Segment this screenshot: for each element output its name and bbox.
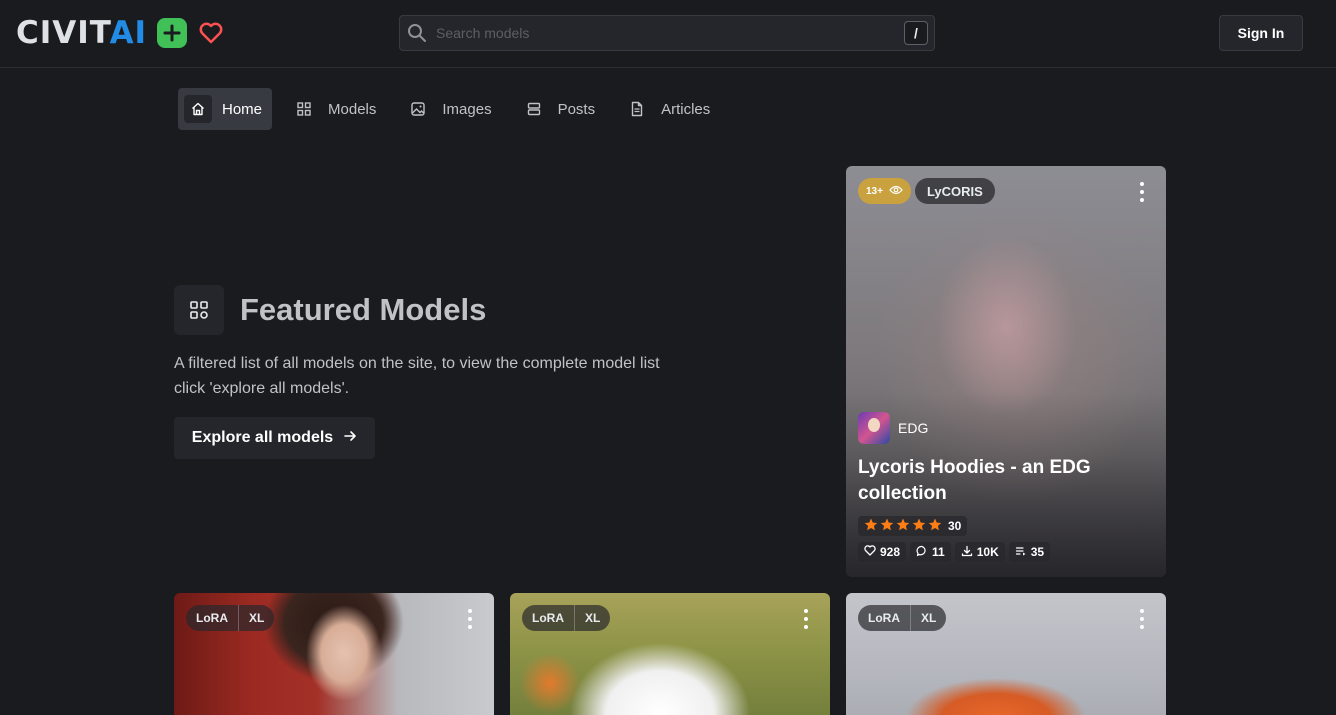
- nav-tab-images[interactable]: Images: [398, 88, 501, 130]
- avatar: [858, 412, 890, 444]
- sign-in-button[interactable]: Sign In: [1219, 15, 1303, 51]
- model-type-badge: LyCORIS: [914, 178, 995, 204]
- card-menu-icon[interactable]: [464, 609, 476, 629]
- playlist-icon: [1015, 545, 1027, 560]
- creator-name: EDG: [898, 420, 929, 436]
- model-type-label: LoRA: [532, 611, 564, 625]
- search-shortcut-key: /: [904, 21, 928, 45]
- civitai-logo[interactable]: CIVITAI: [16, 17, 225, 49]
- tips-count: 35: [1030, 545, 1045, 559]
- card-badges: LoRA XL: [186, 605, 275, 631]
- file-text-icon: [623, 95, 651, 123]
- arrow-right-icon: [343, 429, 357, 448]
- model-type-badge: LoRA XL: [186, 605, 275, 631]
- grid-icon: [290, 95, 318, 123]
- card-stats: 928 11 10K 35: [858, 542, 1051, 562]
- home-icon: [184, 95, 212, 123]
- likes-stat: 928: [858, 542, 907, 562]
- model-card[interactable]: LoRA XL: [846, 593, 1166, 715]
- main-nav: Home Models Images Posts Articles: [178, 88, 732, 130]
- nav-label: Posts: [557, 100, 596, 118]
- nav-tab-home[interactable]: Home: [178, 88, 273, 130]
- rating-count: 30: [948, 519, 962, 533]
- nav-label: Home: [222, 100, 263, 118]
- downloads-stat: 10K: [954, 542, 1005, 562]
- model-type-badge: LoRA XL: [858, 605, 947, 631]
- search-bar[interactable]: /: [399, 15, 935, 51]
- nav-label: Articles: [661, 100, 711, 118]
- comments-count: 11: [932, 545, 945, 559]
- nav-label: Images: [442, 100, 492, 118]
- explore-label: Explore all models: [191, 429, 334, 446]
- card-badges: LoRA XL: [522, 605, 611, 631]
- card-menu-icon[interactable]: [800, 609, 812, 629]
- model-type-badge: LoRA XL: [522, 605, 611, 631]
- star-icon: [880, 518, 894, 534]
- featured-model-card[interactable]: 13+ LyCORIS EDG Lycoris Hoodies - an EDG…: [846, 166, 1166, 577]
- age-rating-text: 13+: [866, 185, 883, 197]
- card-badges: LoRA XL: [858, 605, 947, 631]
- nav-label: Models: [328, 100, 377, 118]
- top-header: CIVITAI / Sign In: [0, 0, 1336, 68]
- model-type-label: LoRA: [868, 611, 900, 625]
- featured-title: Featured Models: [240, 292, 487, 327]
- eye-icon: [889, 185, 903, 198]
- search-icon: [406, 22, 428, 44]
- logo-text-accent: AI: [109, 15, 148, 51]
- card-menu-icon[interactable]: [1136, 609, 1148, 629]
- comments-stat: 11: [910, 542, 951, 562]
- age-rating-badge[interactable]: 13+: [858, 178, 911, 204]
- downloads-count: 10K: [976, 545, 999, 559]
- featured-grid-icon: [174, 285, 224, 335]
- logo-wordmark[interactable]: CIVITAI: [16, 17, 147, 49]
- nav-tab-models[interactable]: Models: [284, 88, 386, 130]
- likes-count: 928: [880, 545, 901, 559]
- download-icon: [961, 545, 973, 560]
- explore-all-models-button[interactable]: Explore all models: [174, 417, 375, 459]
- rating-badge: 30: [858, 516, 968, 536]
- star-icon: [896, 518, 910, 534]
- star-icon: [864, 518, 878, 534]
- heart-outline-icon: [864, 545, 876, 559]
- model-title[interactable]: Lycoris Hoodies - an EDG collection: [858, 455, 1148, 507]
- card-menu-icon[interactable]: [1136, 182, 1148, 202]
- comment-icon: [916, 545, 928, 560]
- star-icon: [928, 518, 942, 534]
- nav-tab-posts[interactable]: Posts: [514, 88, 606, 130]
- star-icon: [912, 518, 926, 534]
- model-type-label: LoRA: [196, 611, 228, 625]
- logo-text-main: CIVIT: [16, 15, 110, 51]
- featured-description: A filtered list of all models on the sit…: [174, 355, 660, 397]
- model-card[interactable]: LoRA XL: [174, 593, 494, 715]
- card-badges: 13+ LyCORIS: [858, 178, 995, 204]
- base-model-label: XL: [574, 605, 610, 631]
- photo-icon: [404, 95, 432, 123]
- search-input[interactable]: [436, 25, 904, 41]
- heart-icon[interactable]: [197, 19, 225, 47]
- nav-tab-articles[interactable]: Articles: [617, 88, 720, 130]
- creator-info[interactable]: EDG: [858, 412, 928, 444]
- model-card[interactable]: LoRA XL: [510, 593, 830, 715]
- tips-stat: 35: [1008, 542, 1051, 562]
- base-model-label: XL: [910, 605, 946, 631]
- base-model-label: XL: [238, 605, 274, 631]
- layout-rows-icon: [520, 95, 548, 123]
- create-plus-icon[interactable]: [157, 18, 188, 48]
